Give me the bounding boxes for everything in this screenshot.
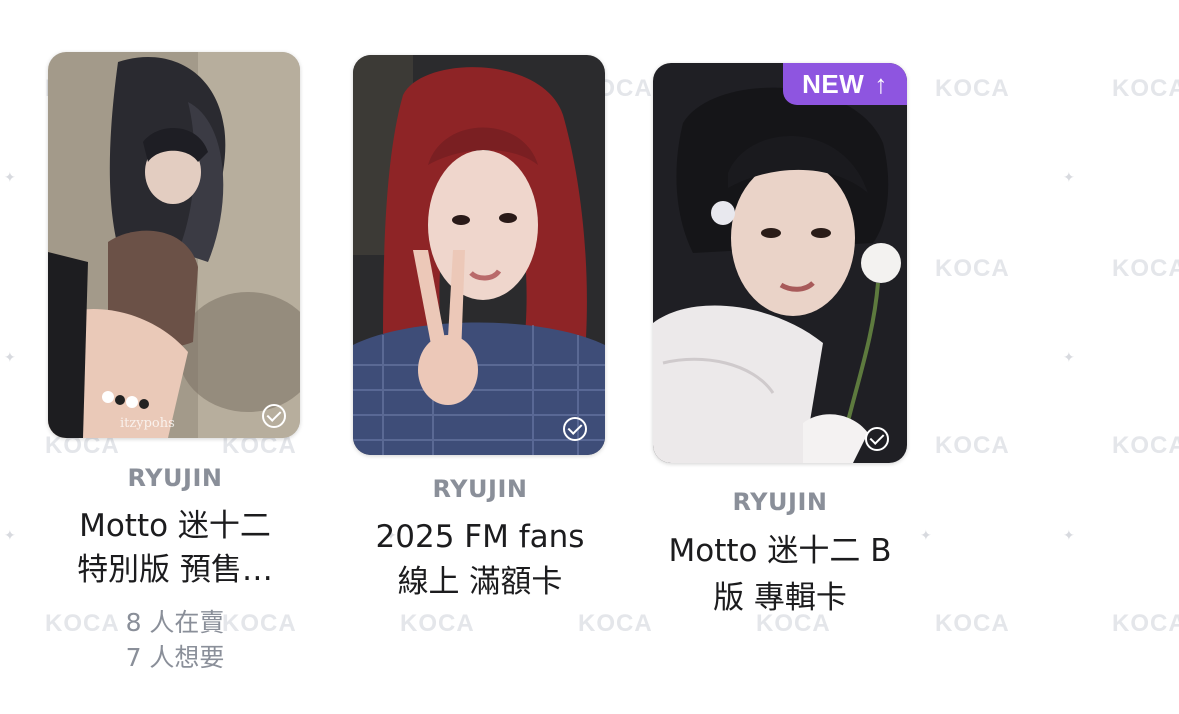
photocard-item[interactable]: NEW ↑ RYUJIN Motto 迷十二 B 版 專輯卡: [645, 58, 915, 628]
owned-check-icon[interactable]: [865, 427, 889, 451]
watermark: KOCA: [935, 75, 1010, 102]
owned-check-icon[interactable]: [262, 404, 286, 428]
photocard-item[interactable]: itzypohs RYUJIN Motto 迷十二 特別版 預售… 8 人在賣 …: [40, 50, 310, 680]
sparkle-icon: ✦: [4, 350, 16, 366]
card-title-line1: Motto 迷十二: [79, 508, 271, 544]
arrow-up-icon: ↑: [874, 68, 888, 99]
card-title-line1: 2025 FM fans: [375, 519, 585, 555]
sparkle-icon: ✦: [1063, 528, 1075, 544]
photocard-image[interactable]: itzypohs: [48, 52, 300, 438]
sparkle-icon: ✦: [920, 528, 932, 544]
watermark: KOCA: [578, 610, 653, 637]
watermark: KOCA: [1112, 432, 1179, 459]
wanters-count: 7 人想要: [125, 643, 225, 672]
watermark: KOCA: [1112, 610, 1179, 637]
photo-caption: itzypohs: [120, 416, 175, 431]
card-title-line2: 特別版 預售…: [77, 552, 273, 588]
new-badge: NEW ↑: [783, 63, 907, 105]
artist-name: RYUJIN: [732, 488, 828, 516]
card-title-line1: Motto 迷十二 B: [668, 533, 892, 569]
photocard-image[interactable]: NEW ↑: [653, 63, 907, 463]
owned-check-icon[interactable]: [563, 417, 587, 441]
watermark: KOCA: [935, 610, 1010, 637]
sparkle-icon: ✦: [4, 170, 16, 186]
sparkle-icon: ✦: [1063, 350, 1075, 366]
sellers-count: 8 人在賣: [125, 608, 225, 637]
artist-name: RYUJIN: [432, 475, 528, 503]
photocard-item[interactable]: RYUJIN 2025 FM fans 線上 滿額卡: [345, 50, 615, 610]
watermark: KOCA: [935, 432, 1010, 459]
artist-name: RYUJIN: [127, 464, 223, 492]
card-title-line2: 線上 滿額卡: [397, 564, 563, 600]
sparkle-icon: ✦: [1063, 170, 1075, 186]
new-badge-label: NEW: [802, 68, 865, 99]
watermark: KOCA: [400, 610, 475, 637]
card-title-line2: 版 專輯卡: [713, 580, 847, 616]
watermark: KOCA: [1112, 255, 1179, 282]
watermark: KOCA: [935, 255, 1010, 282]
photocard-image[interactable]: [353, 55, 605, 455]
sparkle-icon: ✦: [4, 528, 16, 544]
watermark: KOCA: [1112, 75, 1179, 102]
